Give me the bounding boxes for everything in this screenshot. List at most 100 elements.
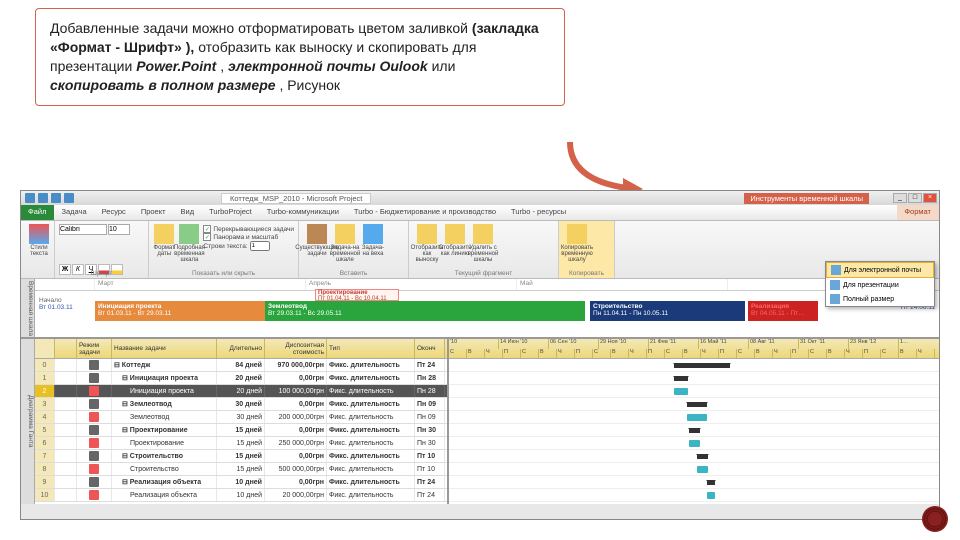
tab-turbo1[interactable]: TurboProject (202, 205, 260, 220)
gantt-bar[interactable] (687, 402, 707, 407)
table-row[interactable]: 3⊟ Землеотвод30 дней0,00грнФикс. длитель… (35, 398, 447, 411)
col-end[interactable]: Оконч (415, 339, 445, 358)
dd-email[interactable]: Для электронной почты (826, 262, 934, 278)
quick-access-toolbar[interactable] (21, 193, 78, 203)
minimize-button[interactable]: _ (893, 193, 907, 203)
gantt-bar[interactable] (697, 466, 708, 473)
gantt-bar[interactable] (707, 492, 715, 499)
txt: скопировать в полном размере (50, 77, 276, 93)
txt: Добавленные задачи можно отформатировать… (50, 20, 472, 36)
gantt-row (449, 385, 939, 398)
wax-seal-icon (922, 506, 948, 532)
instruction-callout: Добавленные задачи можно отформатировать… (35, 8, 565, 106)
gantt-row (449, 372, 939, 385)
table-row[interactable]: 2Инициация проекта20 дней100 000,00грнФи… (35, 385, 447, 398)
table-row[interactable]: 0⊟ Коттедж84 дней970 000,00грнФикс. длит… (35, 359, 447, 372)
context-tab-title: Инструменты временной шкалы (744, 193, 869, 204)
gantt-bar[interactable] (674, 363, 730, 368)
close-button[interactable]: × (923, 193, 937, 203)
window-title: Коттедж_MSP_2010 - Microsoft Project (221, 193, 371, 204)
ms-project-window: Коттедж_MSP_2010 - Microsoft Project Инс… (20, 190, 940, 520)
tab-format[interactable]: Формат (897, 205, 939, 220)
table-row[interactable]: 6Проектирование15 дней250 000,00грнФикс.… (35, 437, 447, 450)
tl-month: Май (517, 279, 728, 290)
tl-bar[interactable]: Инициация проектаВт 01.03.11 - Вт 29.03.… (95, 301, 265, 321)
remove-tl-button[interactable]: Удалить с временной шкалы (469, 223, 497, 263)
overlap-checkbox[interactable]: ✓Перекрывающиеся задачи (203, 225, 294, 233)
timeline-pane: Временная шкала Март Апрель Май НачалоВт… (21, 279, 939, 339)
display-callout-button[interactable]: Отобразить как выноску (413, 223, 441, 263)
tl-callout[interactable]: ПроектированиеПт 01.04.11 - Вс 10.04.11 (315, 289, 399, 301)
maximize-button[interactable]: □ (908, 193, 922, 203)
table-row[interactable]: 9⊟ Реализация объекта10 дней0,00грнФикс.… (35, 476, 447, 489)
task-tl-button[interactable]: Задача-на временной шкале (331, 223, 359, 263)
display-bar-button[interactable]: Отобразить как линию (441, 223, 469, 263)
col-dur[interactable]: Длительно (217, 339, 265, 358)
tab-file[interactable]: Файл (21, 205, 54, 220)
copy-timeline-button[interactable]: Копировать временную шкалу (563, 223, 591, 263)
gantt-row (449, 437, 939, 450)
gantt-row (449, 398, 939, 411)
gantt-row (449, 476, 939, 489)
table-row[interactable]: 8Строительство15 дней500 000,00грнФикс. … (35, 463, 447, 476)
detailed-timeline-button[interactable]: Подробная временная шкала (175, 223, 203, 263)
dd-presentation[interactable]: Для презентации (826, 278, 934, 292)
tab-turbo4[interactable]: Turbo - ресурсы (504, 205, 574, 220)
presentation-icon (830, 280, 840, 290)
tab-resource[interactable]: Ресурс (95, 205, 134, 220)
gantt-bar[interactable] (689, 440, 700, 447)
gantt-row (449, 411, 939, 424)
tl-bar[interactable]: ЗемлеотводВт 29.03.11 - Вс 29.05.11 (265, 301, 585, 321)
table-row[interactable]: 1⊟ Инициация проекта20 дней0,00грнФикс. … (35, 372, 447, 385)
col-mode[interactable]: Режим задачи (77, 339, 112, 358)
date-format-button[interactable]: Формат даты (153, 223, 175, 263)
group-label: Копировать (559, 270, 614, 277)
tab-task[interactable]: Задача (54, 205, 94, 220)
title-bar: Коттедж_MSP_2010 - Microsoft Project Инс… (21, 191, 939, 205)
table-row[interactable]: 7⊟ Строительство15 дней0,00грнФикс. длит… (35, 450, 447, 463)
text-lines[interactable]: Строки текста: (203, 241, 294, 251)
tab-project[interactable]: Проект (134, 205, 174, 220)
txt: или (432, 58, 456, 74)
milestone-button[interactable]: Задача-на веха (359, 223, 387, 263)
gantt-bar[interactable] (687, 414, 707, 421)
gantt-pane: Диаграмма Ганта Режим задачи Название за… (21, 339, 939, 504)
table-header: Режим задачи Название задачи Длительно Д… (35, 339, 447, 359)
gantt-chart[interactable]: '1014 Июн '1006 Сен '1029 Ноя '1021 Фев … (447, 339, 939, 504)
tab-turbo3[interactable]: Turbo - Бюджетирование и производство (347, 205, 504, 220)
gantt-bar[interactable] (707, 480, 715, 485)
font-size[interactable] (108, 224, 130, 235)
task-table: Режим задачи Название задачи Длительно Д… (35, 339, 447, 504)
gantt-bar[interactable] (689, 428, 700, 433)
text-styles-button[interactable]: Стили текста (25, 223, 53, 263)
table-row[interactable]: 10Реализация объекта10 дней20 000,00грнФ… (35, 489, 447, 502)
existing-tasks-button[interactable]: Существующие задачи (303, 223, 331, 263)
col-cost[interactable]: Диспозитная стоимость (265, 339, 327, 358)
gantt-row (449, 489, 939, 502)
gantt-row (449, 359, 939, 372)
col-name[interactable]: Название задачи (112, 339, 217, 358)
font-select[interactable] (59, 224, 107, 235)
fullsize-icon (830, 294, 840, 304)
gantt-bar[interactable] (674, 388, 688, 395)
tab-view[interactable]: Вид (174, 205, 203, 220)
gantt-bar[interactable] (674, 376, 688, 381)
col-id[interactable] (35, 339, 55, 358)
gantt-row (449, 450, 939, 463)
txt: Power.Point (136, 58, 216, 74)
ribbon: Стили текста Ж К Ч Шрифт Формат даты Под… (21, 221, 939, 279)
col-info[interactable] (55, 339, 77, 358)
table-row[interactable]: 5⊟ Проектирование15 дней0,00грнФикс. дли… (35, 424, 447, 437)
gantt-tab[interactable]: Диаграмма Ганта (21, 339, 35, 504)
dd-fullsize[interactable]: Полный размер (826, 292, 934, 306)
col-type[interactable]: Тип (327, 339, 415, 358)
tl-bar[interactable]: РеализацияВт 04.05.11 - Пт… (748, 301, 818, 321)
tab-turbo2[interactable]: Turbo-коммуникации (260, 205, 347, 220)
table-row[interactable]: 4Землеотвод30 дней200 000,00грнФикс. дли… (35, 411, 447, 424)
timeline-tab[interactable]: Временная шкала (21, 279, 35, 337)
gantt-row (449, 463, 939, 476)
tl-bar[interactable]: СтроительствоПн 11.04.11 - Пн 10.05.11 (590, 301, 745, 321)
gantt-bar[interactable] (697, 454, 708, 459)
pan-zoom-checkbox[interactable]: ✓Панорама и масштаб (203, 233, 294, 241)
gantt-row (449, 424, 939, 437)
